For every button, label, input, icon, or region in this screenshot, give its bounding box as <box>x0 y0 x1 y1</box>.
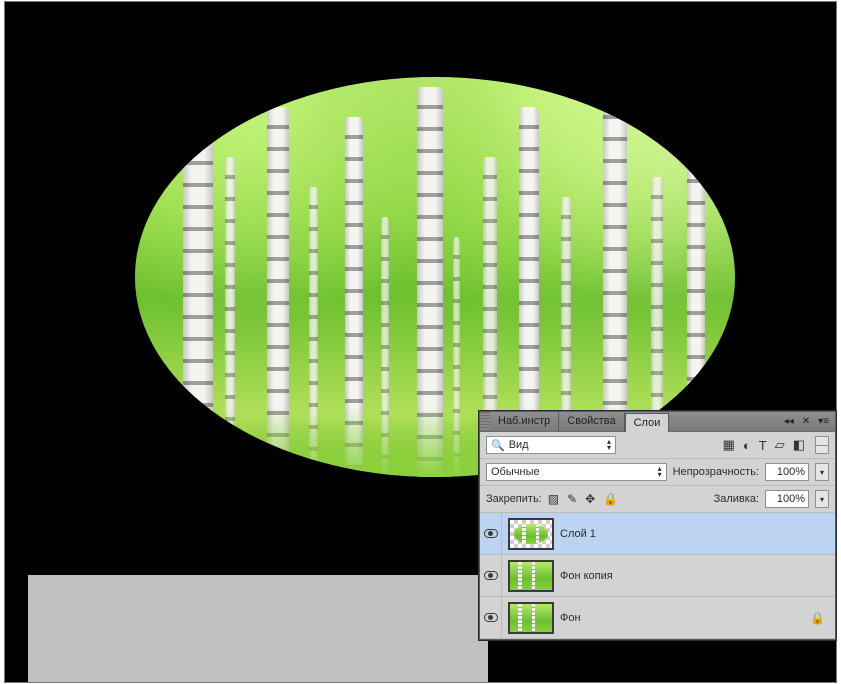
opacity-slider-button[interactable]: ▾ <box>815 463 829 481</box>
panel-header[interactable]: Наб.инстр Свойства Слои ◂◂ ✕ ▾≡ <box>480 412 835 432</box>
search-icon: 🔍 <box>491 439 505 452</box>
layer-name[interactable]: Фон копия <box>560 570 835 582</box>
lock-icon: 🔒 <box>810 611 835 625</box>
dropdown-arrows-icon: ▴▾ <box>658 466 662 478</box>
collapse-icon[interactable]: ◂◂ <box>782 415 796 428</box>
filter-kind-label: Вид <box>509 439 529 451</box>
close-icon[interactable]: ✕ <box>800 415 812 428</box>
tab-layers[interactable]: Слои <box>625 413 670 432</box>
tab-properties[interactable]: Свойства <box>559 412 624 431</box>
layer-thumbnail[interactable] <box>508 560 554 592</box>
opacity-input[interactable]: 100% <box>765 463 809 481</box>
layer-row[interactable]: Фон копия <box>480 555 835 597</box>
eye-icon <box>484 529 498 538</box>
panel-drag-handle[interactable] <box>480 412 490 431</box>
filter-type-icon[interactable]: T <box>759 438 767 453</box>
blend-row: Обычные ▴▾ Непрозрачность: 100% ▾ <box>480 459 835 486</box>
layer-thumbnail[interactable] <box>508 602 554 634</box>
opacity-label: Непрозрачность: <box>673 466 759 478</box>
layer-name[interactable]: Фон <box>560 612 810 624</box>
lock-all-icon[interactable]: 🔒 <box>603 492 618 506</box>
fill-slider-button[interactable]: ▾ <box>815 490 829 508</box>
layer-row[interactable]: Слой 1 <box>480 513 835 555</box>
visibility-toggle[interactable] <box>480 555 502 596</box>
filter-smart-icon[interactable]: ◧ <box>793 437 805 453</box>
layer-filter-select[interactable]: 🔍 Вид ▴▾ <box>486 436 616 454</box>
filter-adjust-icon[interactable]: ◐ <box>743 438 751 453</box>
panel-menu-icon[interactable]: ▾≡ <box>816 415 831 428</box>
filter-toggle[interactable] <box>815 436 829 454</box>
filter-row: 🔍 Вид ▴▾ ▦ ◐ T ▱ ◧ <box>480 432 835 459</box>
layer-thumbnail[interactable] <box>508 518 554 550</box>
visibility-toggle[interactable] <box>480 513 502 554</box>
layer-row[interactable]: Фон🔒 <box>480 597 835 639</box>
dropdown-arrows-icon: ▴▾ <box>607 439 611 451</box>
filter-shape-icon[interactable]: ▱ <box>775 437 785 453</box>
visibility-toggle[interactable] <box>480 597 502 638</box>
blend-mode-select[interactable]: Обычные ▴▾ <box>486 463 667 481</box>
filter-pixel-icon[interactable]: ▦ <box>723 437 735 453</box>
layer-name[interactable]: Слой 1 <box>560 528 835 540</box>
layers-list: Слой 1 Фон копия Фон🔒 <box>480 513 835 639</box>
fill-input[interactable]: 100% <box>765 490 809 508</box>
canvas-pasteboard <box>28 575 488 682</box>
lock-position-icon[interactable]: ✥ <box>585 492 595 506</box>
lock-label: Закрепить: <box>486 493 542 505</box>
fill-label: Заливка: <box>714 493 759 505</box>
lock-transparency-icon[interactable]: ▨ <box>548 492 559 506</box>
tab-presets[interactable]: Наб.инстр <box>490 412 559 431</box>
eye-icon <box>484 571 498 580</box>
lock-pixels-icon[interactable]: ✎ <box>567 492 577 506</box>
blend-mode-value: Обычные <box>491 466 540 478</box>
lock-row: Закрепить: ▨ ✎ ✥ 🔒 Заливка: 100% ▾ <box>480 486 835 513</box>
layers-panel: Наб.инстр Свойства Слои ◂◂ ✕ ▾≡ 🔍 Вид ▴▾… <box>479 411 836 640</box>
eye-icon <box>484 613 498 622</box>
